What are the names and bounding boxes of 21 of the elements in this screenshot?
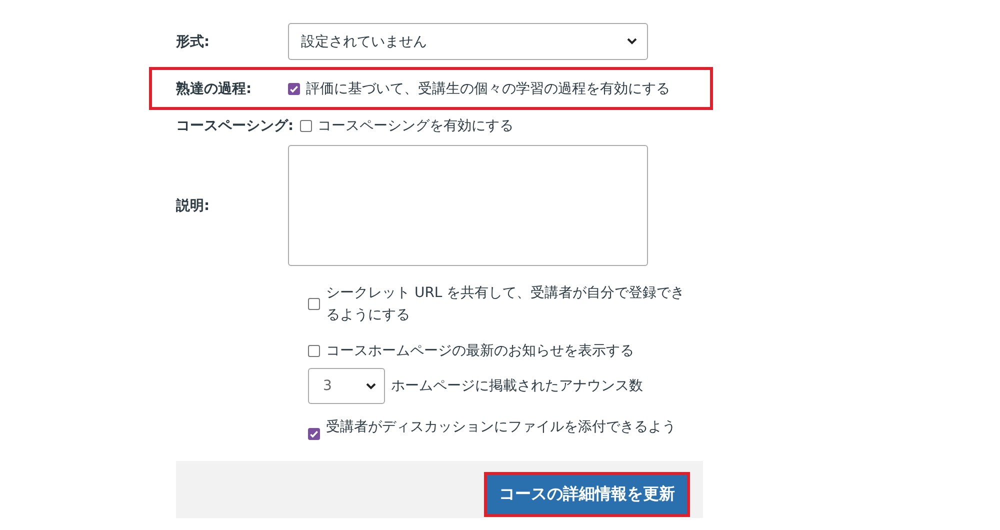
checkbox[interactable] [288,82,300,94]
checkbox-label: シークレット URL を共有して、受講者が自分で登録できるようにする [326,284,686,325]
checkbox[interactable] [308,345,320,357]
field-label: 熟達の過程: [176,80,253,98]
checkbox-label: 受講者がディスカッションにファイルを添付できるよう [326,418,676,437]
count-select[interactable]: 3 [308,368,385,404]
select-field[interactable]: 設定されていません [288,23,648,60]
checkbox[interactable] [308,428,320,440]
select-label: ホームページに掲載されたアナウンス数 [391,377,643,395]
field-label: 形式: [176,32,211,50]
caret-icon [366,382,376,390]
caret-icon [627,38,637,45]
description-field[interactable] [288,145,648,266]
checkbox-label: コースホームページの最新のお知らせを表示する [326,342,634,361]
field-label: 説明: [176,196,211,214]
update-button[interactable]: コースの詳細情報を更新 [484,472,690,517]
field-label: コースペーシング: [176,117,295,135]
checkbox[interactable] [308,298,320,310]
checkbox-label: 評価に基づいて、受講生の個々の学習の過程を有効にする [306,80,670,98]
checkbox-label: コースペーシングを有効にする [318,117,514,135]
checkbox[interactable] [300,120,312,132]
